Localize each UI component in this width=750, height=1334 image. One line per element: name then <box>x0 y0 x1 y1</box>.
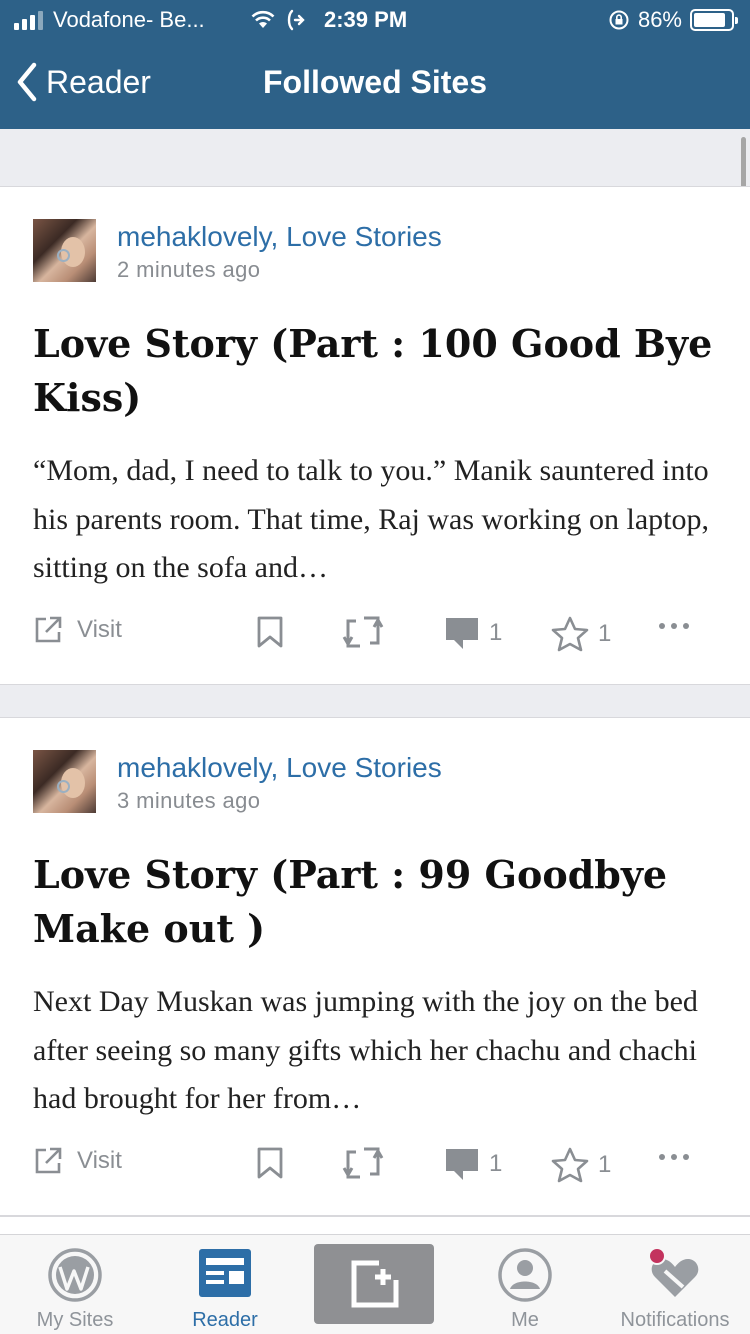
person-icon <box>498 1248 552 1302</box>
battery-icon <box>690 9 738 31</box>
post-card[interactable] <box>0 1216 750 1234</box>
tab-label: My Sites <box>36 1309 114 1331</box>
reblog-button[interactable] <box>342 1146 390 1180</box>
visit-label: Visit <box>77 616 122 643</box>
avatar[interactable] <box>33 219 96 282</box>
more-icon <box>659 623 689 629</box>
reblog-icon <box>342 616 384 648</box>
notification-dot <box>648 1247 666 1265</box>
post-actions: Visit 1 1 <box>0 607 750 655</box>
reblog-icon <box>342 1147 384 1179</box>
post-excerpt: “Mom, dad, I need to talk to you.” Manik… <box>33 454 710 584</box>
tab-me[interactable]: Me <box>450 1235 600 1334</box>
call-forward-icon <box>287 9 305 31</box>
tab-my-sites[interactable]: My Sites <box>0 1235 150 1334</box>
wifi-icon <box>251 10 275 28</box>
tab-notifications[interactable]: Notifications <box>600 1235 750 1334</box>
post-title[interactable]: Love Story (Part : 100 Good Bye Kiss) <box>33 317 713 425</box>
avatar[interactable] <box>33 750 96 813</box>
post-actions: Visit 1 1 <box>0 1138 750 1186</box>
tab-reader[interactable]: Reader <box>150 1235 300 1334</box>
write-icon <box>351 1260 399 1308</box>
external-link-icon <box>35 1147 62 1174</box>
rotation-lock-icon <box>609 10 629 30</box>
reader-feed[interactable]: mehaklovely, Love Stories 2 minutes ago … <box>0 129 750 1234</box>
star-icon <box>551 616 589 652</box>
post-card[interactable]: mehaklovely, Love Stories 3 minutes ago … <box>0 717 750 1216</box>
site-name[interactable]: mehaklovely, Love Stories <box>117 752 442 784</box>
clock: 2:39 PM <box>324 7 408 32</box>
comment-icon <box>446 1149 478 1180</box>
reblog-button[interactable] <box>342 615 390 649</box>
tab-label: Reader <box>192 1309 258 1331</box>
tab-label: Notifications <box>620 1309 730 1331</box>
more-button[interactable] <box>658 1152 690 1162</box>
tab-label: Me <box>511 1309 539 1331</box>
reader-icon <box>199 1249 251 1297</box>
page-title: Followed Sites <box>262 64 488 100</box>
more-icon <box>659 1154 689 1160</box>
comments-button[interactable]: 1 <box>443 615 502 651</box>
battery-percent: 86% <box>637 7 682 32</box>
post-excerpt: Next Day Muskan was jumping with the joy… <box>33 985 698 1115</box>
site-name[interactable]: mehaklovely, Love Stories <box>117 221 442 253</box>
external-link-icon <box>35 616 62 643</box>
star-icon <box>551 1147 589 1183</box>
like-button[interactable]: 1 <box>550 1146 611 1184</box>
bookmark-icon <box>257 616 283 648</box>
save-button[interactable] <box>255 615 285 649</box>
comment-count: 1 <box>489 1150 503 1177</box>
like-button[interactable]: 1 <box>550 615 611 653</box>
like-count: 1 <box>598 620 612 647</box>
signal-icon <box>14 10 43 30</box>
wordpress-icon <box>48 1248 102 1302</box>
write-button[interactable] <box>314 1244 434 1324</box>
comment-icon <box>446 618 478 649</box>
more-button[interactable] <box>658 621 690 631</box>
post-time: 3 minutes ago <box>117 788 261 813</box>
carrier-label: Vodafone- Be... <box>53 7 205 32</box>
save-button[interactable] <box>255 1146 285 1180</box>
status-bar: Vodafone- Be... 2:39 PM 86% <box>0 0 750 40</box>
like-count: 1 <box>598 1151 612 1178</box>
tab-bar: My Sites Reader Me Notifications <box>0 1234 750 1334</box>
bookmark-icon <box>257 1147 283 1179</box>
visit-button[interactable]: Visit <box>33 615 122 645</box>
post-title[interactable]: Love Story (Part : 99 Goodbye Make out ) <box>33 848 713 956</box>
visit-button[interactable]: Visit <box>33 1146 122 1176</box>
navigation-bar: Reader Followed Sites <box>0 40 750 129</box>
notifications-icon <box>648 1247 699 1297</box>
comments-button[interactable]: 1 <box>443 1146 502 1182</box>
post-card[interactable]: mehaklovely, Love Stories 2 minutes ago … <box>0 186 750 685</box>
comment-count: 1 <box>489 619 503 646</box>
visit-label: Visit <box>77 1147 122 1174</box>
post-time: 2 minutes ago <box>117 257 261 282</box>
